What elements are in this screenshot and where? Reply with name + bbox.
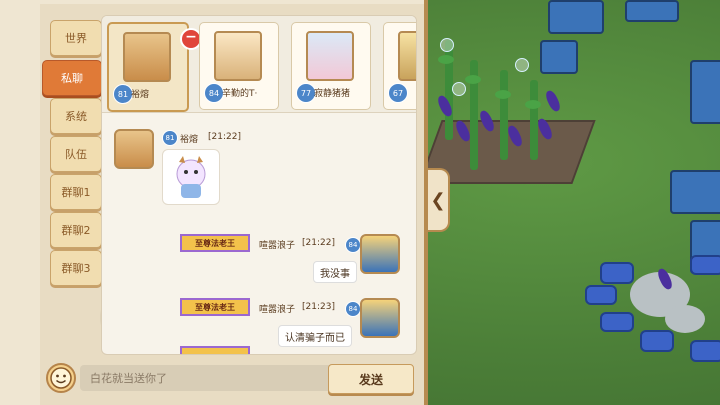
eggplant (543, 88, 563, 114)
tab-group-3[interactable]: 群聊3 (50, 250, 102, 286)
blue-machine (690, 60, 720, 124)
sender-avatar[interactable] (114, 129, 154, 169)
blue-machine (548, 0, 604, 34)
message-time: [21:22] (208, 132, 241, 142)
chat-box: 81 裕熔 − 84 辛勤的T· 77 寂静猪猪 67 81 裕熔 [21:22… (101, 15, 417, 355)
contact-card[interactable]: 77 寂静猪猪 (291, 22, 371, 110)
blue-machine (670, 170, 720, 214)
white-stone (665, 305, 705, 333)
plant-leaf (525, 100, 541, 109)
emoji-button[interactable] (46, 363, 76, 393)
tab-group-1[interactable]: 群聊1 (50, 174, 102, 210)
level-badge: 81 (113, 84, 133, 104)
contact-list: 81 裕熔 − 84 辛勤的T· 77 寂静猪猪 67 (102, 16, 416, 113)
growth-bubble (440, 38, 454, 52)
chevron-left-icon: ❮ (430, 189, 446, 211)
message-bubble[interactable]: 认清骗子而已 (278, 325, 352, 347)
level-badge: 81 (162, 130, 178, 146)
tab-group-2[interactable]: 群聊2 (50, 212, 102, 248)
message-input[interactable] (80, 365, 338, 391)
sender-avatar[interactable] (360, 234, 400, 274)
blue-rock (585, 285, 617, 305)
collapse-panel-button[interactable]: ❮ (428, 168, 450, 232)
contact-name: 寂静猪猪 (314, 89, 351, 99)
message-time: [21:23] (302, 302, 335, 312)
contact-portrait (214, 31, 262, 81)
sticker-image (162, 149, 220, 205)
plant-leaf (438, 55, 454, 64)
tab-team[interactable]: 队伍 (50, 136, 102, 172)
tab-system[interactable]: 系统 (50, 98, 102, 134)
message-time: [21:22] (302, 238, 335, 248)
growth-bubble (452, 82, 466, 96)
title-badge: 至尊法老王 (180, 234, 250, 252)
message-bubble[interactable]: 我没事 (313, 261, 357, 283)
contact-name: 辛勤的T· (222, 89, 258, 99)
level-badge: 84 (345, 301, 361, 317)
title-badge-partial (180, 346, 250, 354)
emoji-icon (50, 367, 72, 389)
blue-rock (600, 312, 634, 332)
level-badge: 77 (296, 83, 316, 103)
tab-private-chat[interactable]: 私聊 (42, 60, 102, 96)
plant-stalk (530, 80, 538, 160)
sender-name: 喧嚣浪子 (259, 241, 296, 251)
contact-card[interactable]: 67 (383, 22, 416, 110)
plant-stalk (500, 70, 508, 160)
message-list: 81 裕熔 [21:22] 至尊法老王 喧嚣浪子 [21:22] 84 我没事 (102, 113, 416, 354)
contact-card[interactable]: 81 裕熔 − (107, 22, 202, 112)
level-badge: 84 (204, 83, 224, 103)
sender-name: 喧嚣浪子 (259, 305, 296, 315)
sender-name: 裕熔 (180, 135, 199, 145)
sender-avatar[interactable] (360, 298, 400, 338)
blue-rock (600, 262, 634, 284)
level-badge: 67 (388, 83, 408, 103)
contact-name: 裕熔 (131, 90, 150, 100)
blue-rock (640, 330, 674, 352)
contact-card[interactable]: 84 辛勤的T· (199, 22, 279, 110)
contact-portrait (398, 31, 416, 81)
title-badge: 至尊法老王 (180, 298, 250, 316)
contact-portrait (306, 31, 354, 81)
send-button[interactable]: 发送 (328, 364, 414, 394)
growth-bubble (515, 58, 529, 72)
contact-portrait (123, 32, 171, 82)
level-badge: 84 (345, 237, 361, 253)
blue-machine (625, 0, 679, 22)
plant-leaf (465, 75, 481, 84)
blue-rock (690, 340, 720, 362)
plant-leaf (495, 90, 511, 99)
blue-machine (540, 40, 578, 74)
blue-rock (690, 255, 720, 275)
tab-world[interactable]: 世界 (50, 20, 102, 56)
